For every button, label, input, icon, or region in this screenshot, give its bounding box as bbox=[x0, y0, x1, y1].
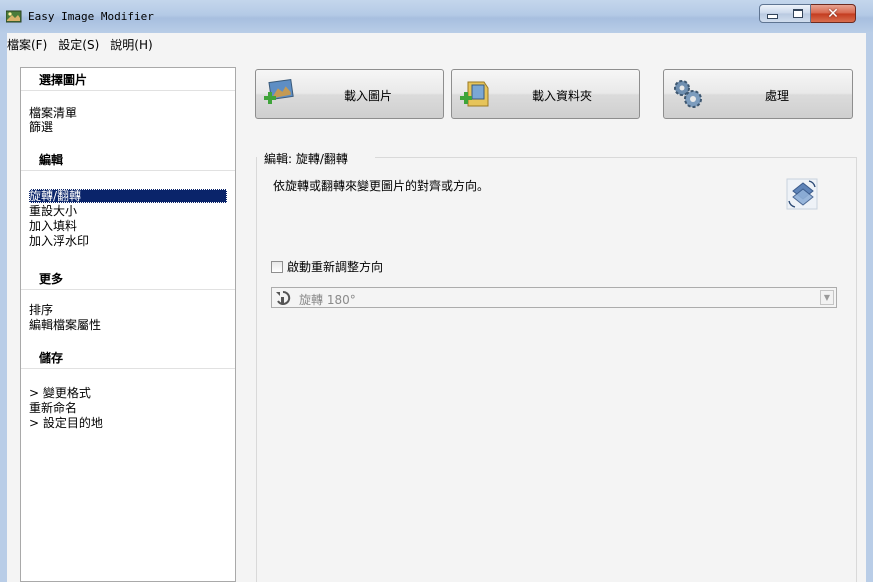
menu-file[interactable]: 檔案(F) bbox=[3, 33, 54, 55]
process-label: 處理 bbox=[765, 89, 790, 103]
section-header-edit: 編輯 bbox=[21, 148, 235, 171]
window-border-right bbox=[866, 33, 873, 582]
menu-settings[interactable]: 設定(S) bbox=[54, 33, 106, 55]
group-border-right bbox=[856, 157, 857, 582]
minimize-button[interactable] bbox=[759, 4, 786, 23]
description-text: 依旋轉或翻轉來變更圖片的對齊或方向。 bbox=[273, 179, 490, 193]
sidebar-item-resize[interactable]: 重設大小 bbox=[29, 204, 77, 218]
add-folder-icon bbox=[460, 81, 489, 107]
sidebar-item-set-destination[interactable]: > 設定目的地 bbox=[29, 416, 103, 430]
window-title: Easy Image Modifier bbox=[28, 10, 154, 23]
section-header-save: 儲存 bbox=[21, 346, 235, 369]
sidebar-item-filter[interactable]: 篩選 bbox=[29, 120, 53, 134]
window-border-left bbox=[0, 33, 7, 582]
menu-help[interactable]: 說明(H) bbox=[106, 33, 159, 55]
load-images-label: 載入圖片 bbox=[344, 89, 393, 103]
sidebar-item-edit-properties[interactable]: 編輯檔案屬性 bbox=[29, 318, 101, 332]
sidebar-item-change-format[interactable]: > 變更格式 bbox=[29, 386, 91, 400]
load-images-button[interactable]: 載入圖片 bbox=[255, 69, 444, 119]
group-title: 編輯: 旋轉/翻轉 bbox=[264, 152, 348, 166]
chevron-down-icon[interactable]: ▼ bbox=[820, 290, 834, 305]
rotation-select-value: 旋轉 180° bbox=[299, 293, 356, 307]
add-image-icon bbox=[264, 78, 294, 104]
maximize-button[interactable] bbox=[785, 4, 811, 23]
maximize-icon bbox=[792, 9, 803, 18]
minimize-icon bbox=[767, 14, 778, 19]
close-button[interactable]: ✕ bbox=[811, 4, 856, 23]
sidebar-item-rotate-flip[interactable]: 旋轉/翻轉 bbox=[29, 189, 227, 203]
app-icon bbox=[6, 10, 22, 23]
load-folder-button[interactable]: 載入資料夾 bbox=[451, 69, 640, 119]
menu-bar: 檔案(F) 設定(S) 說明(H) bbox=[7, 33, 866, 55]
window-body: 檔案(F) 設定(S) 說明(H) 選擇圖片 檔案清單 篩選 編輯 旋轉/翻轉 … bbox=[7, 33, 866, 582]
auto-orient-checkbox[interactable] bbox=[271, 260, 283, 273]
sidebar: 選擇圖片 檔案清單 篩選 編輯 旋轉/翻轉 重設大小 加入填料 加入浮水印 更多… bbox=[20, 67, 236, 582]
rotate-image-icon bbox=[786, 178, 818, 210]
process-button[interactable]: 處理 bbox=[663, 69, 853, 119]
section-header-more: 更多 bbox=[21, 267, 235, 290]
title-bar[interactable]: Easy Image Modifier ✕ bbox=[0, 0, 873, 34]
rotate-icon bbox=[276, 290, 291, 305]
load-folder-label: 載入資料夾 bbox=[532, 89, 593, 103]
sidebar-item-sort[interactable]: 排序 bbox=[29, 303, 53, 317]
gears-icon bbox=[674, 80, 702, 108]
sidebar-item-file-list[interactable]: 檔案清單 bbox=[29, 106, 77, 120]
rotation-select[interactable]: 旋轉 180° ▼ bbox=[271, 287, 837, 308]
close-icon: ✕ bbox=[827, 5, 839, 22]
group-border-left bbox=[256, 157, 257, 582]
auto-orient-label: 啟動重新調整方向 bbox=[287, 260, 384, 274]
group-divider bbox=[375, 157, 856, 158]
sidebar-item-rename[interactable]: 重新命名 bbox=[29, 401, 77, 415]
auto-orient-option[interactable]: 啟動重新調整方向 bbox=[271, 258, 383, 275]
section-header-select-images: 選擇圖片 bbox=[21, 68, 235, 91]
sidebar-item-add-padding[interactable]: 加入填料 bbox=[29, 219, 77, 233]
sidebar-item-add-watermark[interactable]: 加入浮水印 bbox=[29, 234, 89, 248]
